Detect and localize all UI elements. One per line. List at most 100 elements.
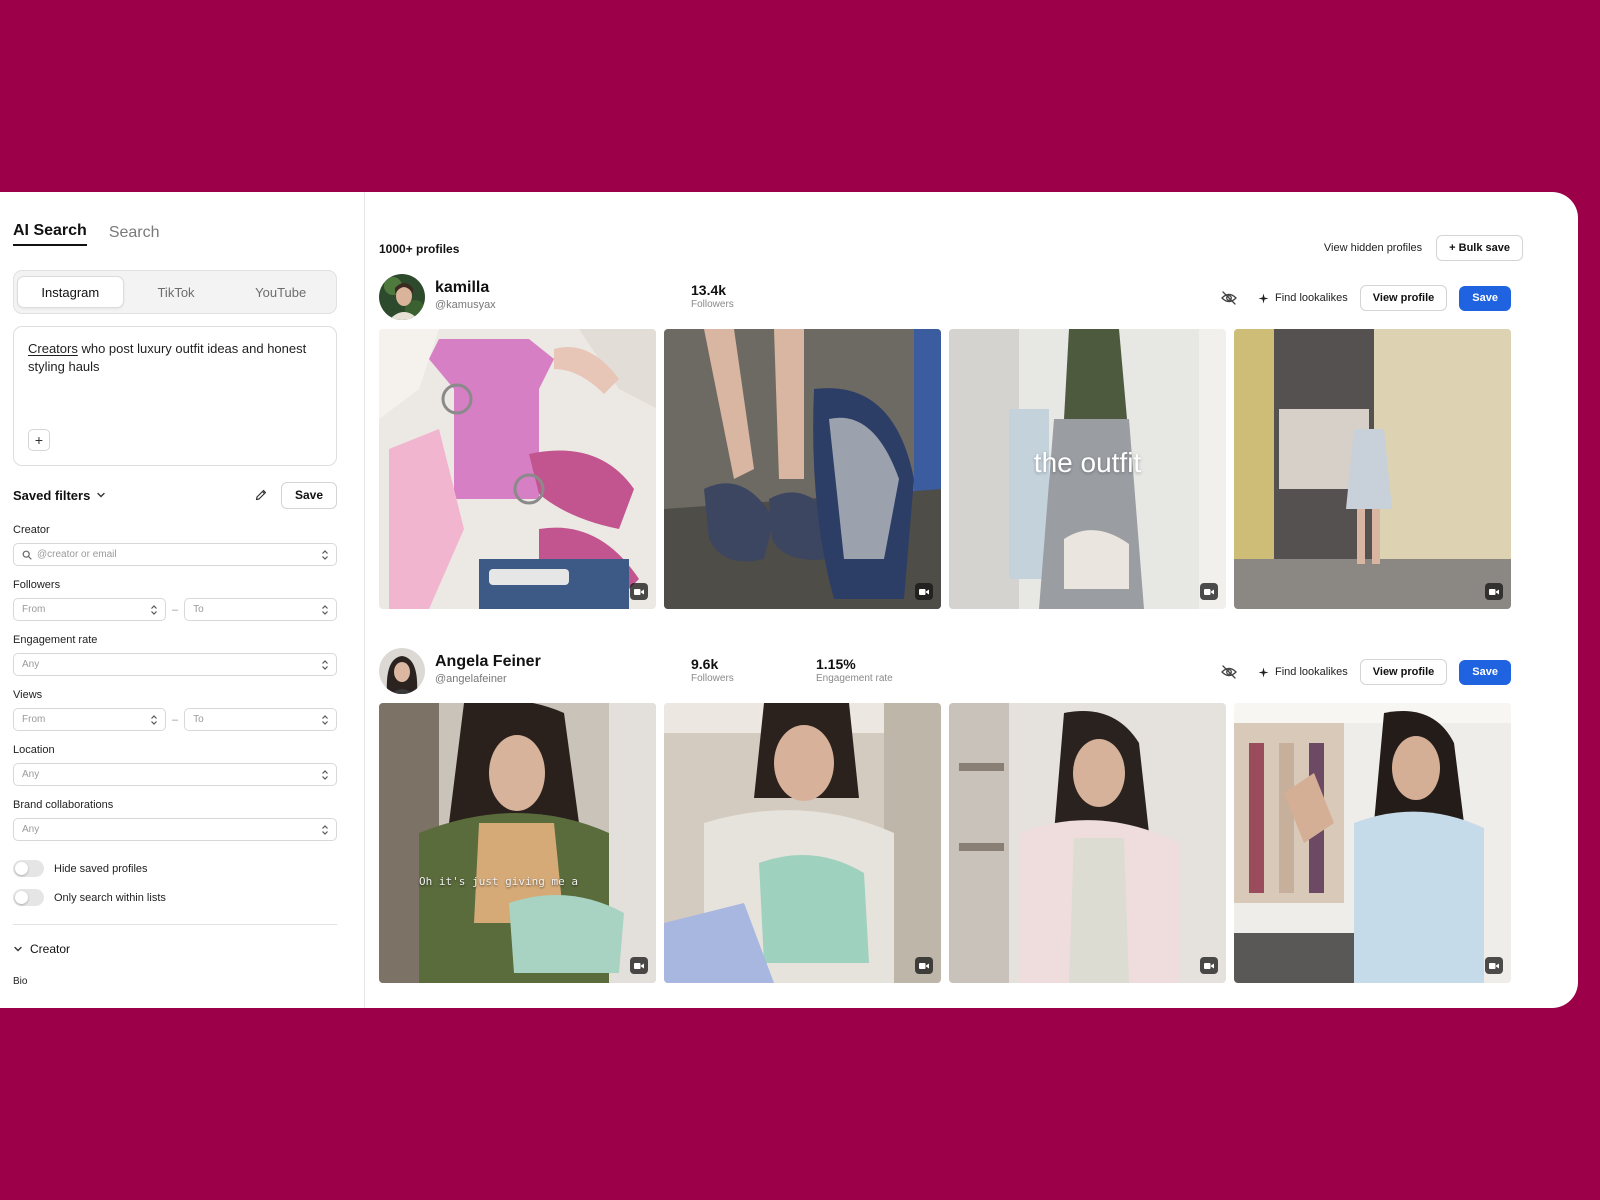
eye-off-icon[interactable] [1218,287,1240,309]
followers-value: 9.6k [691,656,719,672]
hide-saved-label: Hide saved profiles [54,862,148,875]
post-thumbnail[interactable] [379,329,656,609]
within-lists-label: Only search within lists [54,891,166,904]
views-to-input[interactable]: To [184,708,337,731]
profile-handle: @angelafeiner [435,673,507,685]
profile-name[interactable]: Angela Feiner [435,653,541,671]
followers-value: 13.4k [691,282,727,298]
video-icon [915,583,933,600]
ai-prompt-input[interactable]: Creators who post luxury outfit ideas an… [13,326,337,466]
save-filters-button[interactable]: Save [280,481,337,509]
avatar[interactable] [379,648,425,694]
creator-placeholder: @creator or email [37,549,117,560]
saved-filters-label: Saved filters [13,487,91,503]
engagement-select[interactable]: Any [13,653,337,676]
post-thumbnail[interactable] [664,703,941,983]
creator-search-input[interactable]: @creator or email [13,543,337,566]
brand-select[interactable]: Any [13,818,337,841]
post-thumbnail[interactable]: the outfit [949,329,1226,609]
post-thumbnail[interactable] [949,703,1226,983]
chevron-updown-icon [151,715,157,725]
profile-card: kamilla @kamusyax 13.4k Followers Find l… [379,274,1511,609]
video-icon [1200,957,1218,974]
results-actions: View hidden profiles + Bulk save [1324,235,1523,261]
find-lookalikes-label: Find lookalikes [1274,666,1348,678]
followers-range: From – To [13,598,337,621]
within-lists-row: Only search within lists [13,889,337,906]
filter-sidebar: AI Search Search Instagram TikTok YouTub… [0,192,365,1008]
post-thumbnail[interactable]: Oh it's just giving me a [379,703,656,983]
views-filter-label: Views [13,689,43,701]
view-profile-button[interactable]: View profile [1359,659,1448,685]
tab-ai-search[interactable]: AI Search [13,222,87,246]
range-dash: – [171,713,179,726]
creator-section-label: Creator [30,942,71,956]
hide-saved-toggle[interactable] [13,860,44,877]
brand-filter-label: Brand collaborations [13,799,114,811]
followers-filter-label: Followers [13,579,61,591]
divider [13,924,337,925]
location-value: Any [22,769,40,780]
post-thumbnails: Oh it's just giving me a [379,703,1511,983]
add-attachment-button[interactable]: + [28,429,50,451]
find-lookalikes-label: Find lookalikes [1274,292,1348,304]
profile-actions: Find lookalikes View profile Save [1218,659,1511,685]
video-icon [1485,583,1503,600]
post-thumbnail[interactable] [1234,703,1511,983]
bulk-save-button[interactable]: + Bulk save [1436,235,1523,261]
chevron-updown-icon [322,770,328,780]
hide-saved-row: Hide saved profiles [13,860,337,877]
avatar[interactable] [379,274,425,320]
find-lookalikes-button[interactable]: Find lookalikes [1258,292,1348,304]
eye-off-icon[interactable] [1218,661,1240,683]
engagement-value: 1.15% [816,656,856,672]
range-dash: – [171,603,179,616]
followers-to-placeholder: To [193,604,204,615]
platform-instagram[interactable]: Instagram [17,276,124,308]
save-profile-button[interactable]: Save [1459,659,1511,685]
followers-label: Followers [691,673,734,684]
location-filter-label: Location [13,744,55,756]
pencil-icon[interactable] [251,485,271,505]
view-profile-button[interactable]: View profile [1359,285,1448,311]
post-overlay-text: the outfit [1033,447,1142,478]
engagement-value: Any [22,659,40,670]
tab-search[interactable]: Search [109,224,160,246]
results-panel: 1000+ profiles View hidden profiles + Bu… [365,192,1578,1008]
followers-stat: 9.6k Followers [691,656,734,684]
location-select[interactable]: Any [13,763,337,786]
engagement-label: Engagement rate [816,673,893,684]
followers-to-input[interactable]: To [184,598,337,621]
brand-value: Any [22,824,40,835]
video-icon [1200,583,1218,600]
profile-handle: @kamusyax [435,299,496,311]
post-thumbnail[interactable] [1234,329,1511,609]
creator-section-toggle[interactable]: Creator [13,942,337,956]
view-hidden-profiles-button[interactable]: View hidden profiles [1324,242,1422,254]
chevron-down-icon [97,492,106,498]
views-from-input[interactable]: From [13,708,166,731]
followers-from-placeholder: From [22,604,46,615]
views-from-placeholder: From [22,714,46,725]
platform-tiktok[interactable]: TikTok [124,276,229,308]
saved-filters-dropdown[interactable]: Saved filters [13,488,106,503]
chevron-down-icon [14,946,22,952]
within-lists-toggle[interactable] [13,889,44,906]
engagement-stat: 1.15% Engagement rate [816,656,893,684]
platform-youtube[interactable]: YouTube [228,276,333,308]
views-range: From – To [13,708,337,731]
profile-name[interactable]: kamilla [435,279,489,297]
saved-filters-row: Saved filters Save [13,481,337,509]
chevron-updown-icon [322,825,328,835]
profile-card: Angela Feiner @angelafeiner 9.6k Followe… [379,648,1511,983]
post-thumbnails: the outfit [379,329,1511,609]
post-caption-text: Oh it's just giving me a [419,875,578,888]
video-icon [915,957,933,974]
followers-from-input[interactable]: From [13,598,166,621]
prompt-highlight: Creators [28,341,78,356]
find-lookalikes-button[interactable]: Find lookalikes [1258,666,1348,678]
chevron-updown-icon [322,550,328,560]
post-thumbnail[interactable] [664,329,941,609]
video-icon [1485,957,1503,974]
save-profile-button[interactable]: Save [1459,285,1511,311]
